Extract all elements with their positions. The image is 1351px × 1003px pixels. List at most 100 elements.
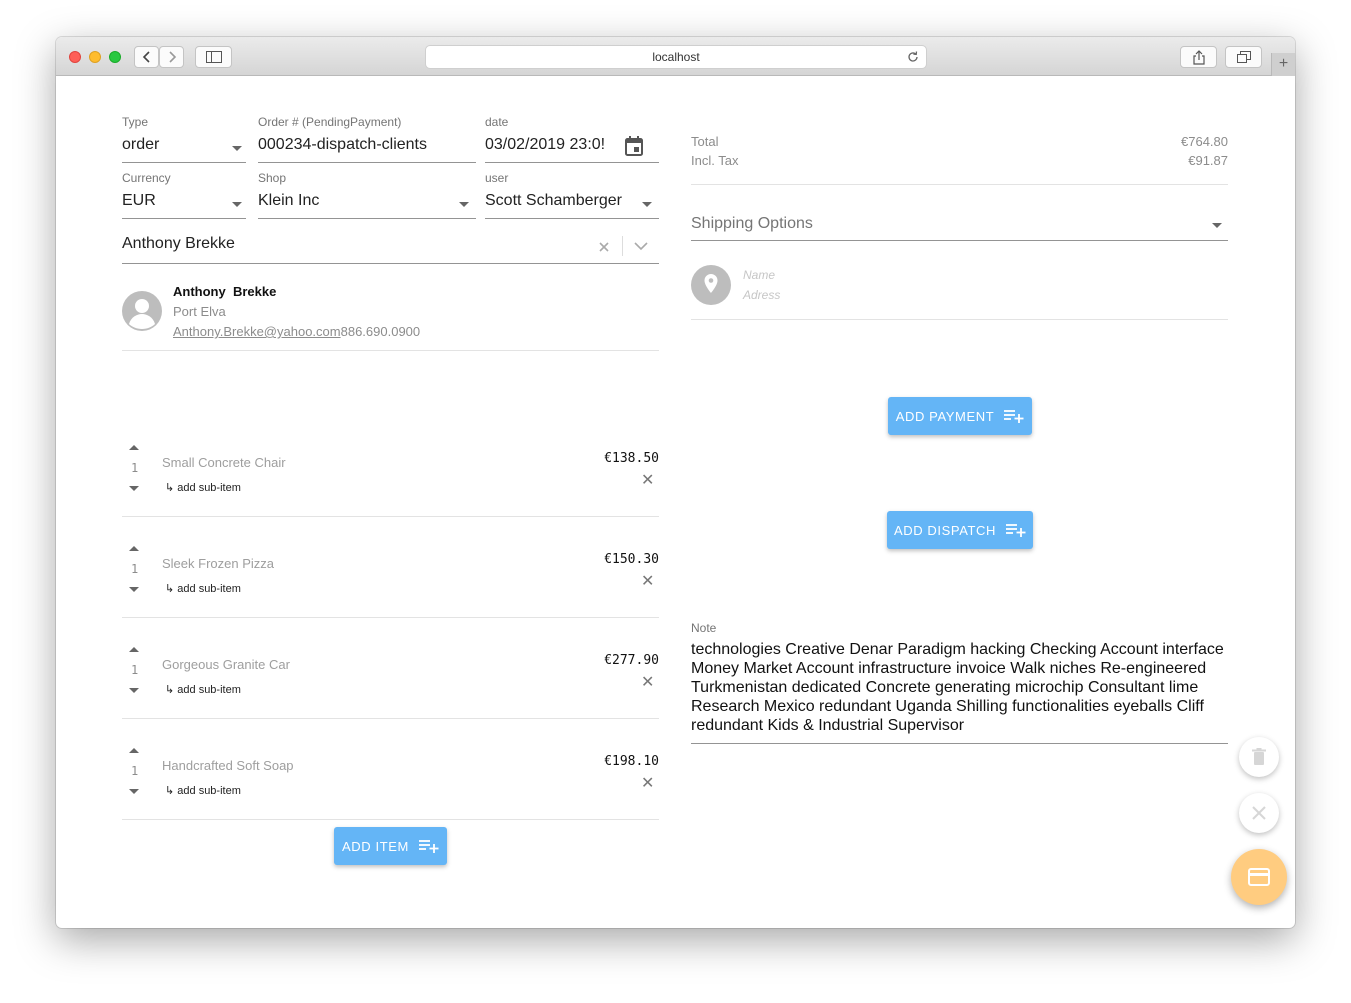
- note-label: Note: [691, 621, 717, 635]
- total-value: €764.80: [1181, 134, 1228, 149]
- qty-decrease-button[interactable]: [129, 688, 139, 693]
- currency-label: Currency: [122, 171, 171, 185]
- user-label: user: [485, 171, 509, 185]
- subdirectory-arrow-icon: ↳: [165, 684, 175, 696]
- customer-email-link[interactable]: Anthony.Brekke@yahoo.com: [173, 324, 341, 339]
- add-payment-button[interactable]: ADD PAYMENT: [888, 397, 1032, 435]
- avatar-icon: [122, 291, 162, 331]
- item-price: €277.90: [604, 653, 659, 668]
- item-price: €150.30: [604, 552, 659, 567]
- close-icon: [1252, 806, 1266, 820]
- qty-increase-button[interactable]: [129, 647, 139, 652]
- item-qty: 1: [131, 764, 139, 778]
- playlist-add-icon: [418, 840, 439, 853]
- qty-increase-button[interactable]: [129, 748, 139, 753]
- type-select[interactable]: order: [122, 136, 232, 154]
- customer-phone: 886.690.0900: [340, 324, 421, 339]
- credit-card-icon: [1248, 868, 1270, 886]
- item-price: €138.50: [604, 451, 659, 466]
- currency-select[interactable]: EUR: [122, 192, 232, 210]
- back-icon: [142, 51, 150, 63]
- browser-toolbar: localhost +: [56, 37, 1295, 76]
- chevron-down-icon: [1212, 223, 1222, 228]
- customer-contact: Anthony.Brekke@yahoo.com886.690.0900: [173, 324, 420, 339]
- item-qty: 1: [131, 663, 139, 677]
- order-page: Type order Order # (PendingPayment) 0002…: [56, 76, 1295, 928]
- subdirectory-arrow-icon: ↳: [165, 785, 175, 797]
- tax-label: Incl. Tax: [691, 153, 739, 168]
- payment-fab[interactable]: [1231, 849, 1287, 905]
- qty-increase-button[interactable]: [129, 445, 139, 450]
- add-sub-item-link[interactable]: ↳ add sub-item: [165, 683, 241, 696]
- chevron-down-icon: [232, 146, 242, 151]
- date-label: date: [485, 115, 509, 129]
- item-price: €198.10: [604, 754, 659, 769]
- type-label: Type: [122, 115, 149, 129]
- new-tab-button[interactable]: +: [1271, 53, 1295, 76]
- date-input[interactable]: 03/02/2019 23:0!: [485, 136, 605, 154]
- shop-label: Shop: [258, 171, 287, 185]
- item-name[interactable]: Handcrafted Soft Soap: [162, 758, 294, 773]
- location-pin-icon: [691, 265, 731, 305]
- tabs-button[interactable]: [1225, 46, 1262, 68]
- item-name[interactable]: Sleek Frozen Pizza: [162, 556, 274, 571]
- trash-icon: [1252, 748, 1266, 765]
- reload-icon[interactable]: [906, 50, 920, 64]
- add-dispatch-button[interactable]: ADD DISPATCH: [887, 511, 1033, 549]
- order-number-input[interactable]: 000234-dispatch-clients: [258, 136, 476, 154]
- shipping-address-placeholder: Adress: [743, 288, 781, 302]
- share-button[interactable]: [1180, 46, 1217, 68]
- calendar-icon[interactable]: [624, 135, 644, 157]
- minimize-window-button[interactable]: [89, 51, 101, 63]
- forward-button[interactable]: [159, 46, 184, 68]
- share-icon: [1192, 49, 1205, 65]
- order-number-label: Order # (PendingPayment): [258, 115, 402, 129]
- qty-increase-button[interactable]: [129, 546, 139, 551]
- add-sub-item-link[interactable]: ↳ add sub-item: [165, 784, 241, 797]
- item-name[interactable]: Small Concrete Chair: [162, 455, 286, 470]
- remove-item-button[interactable]: ✕: [641, 473, 654, 489]
- item-name[interactable]: Gorgeous Granite Car: [162, 657, 290, 672]
- back-button[interactable]: [134, 46, 159, 68]
- sidebar-icon: [205, 51, 222, 63]
- add-item-button[interactable]: ADD ITEM: [334, 827, 447, 865]
- user-select[interactable]: Scott Schamberger: [485, 192, 635, 210]
- chevron-down-icon: [232, 202, 242, 207]
- url-text: localhost: [652, 50, 700, 64]
- qty-decrease-button[interactable]: [129, 587, 139, 592]
- add-sub-item-link[interactable]: ↳ add sub-item: [165, 582, 241, 595]
- total-label: Total: [691, 134, 719, 149]
- zoom-window-button[interactable]: [109, 51, 121, 63]
- browser-window: localhost + Type order Order # (PendingP…: [56, 37, 1295, 928]
- item-qty: 1: [131, 562, 139, 576]
- chevron-down-icon: [459, 202, 469, 207]
- customer-select[interactable]: Anthony Brekke: [122, 235, 582, 253]
- tabs-icon: [1236, 51, 1251, 63]
- remove-item-button[interactable]: ✕: [641, 574, 654, 590]
- customer-city: Port Elva: [173, 304, 226, 319]
- chevron-down-icon: [642, 202, 652, 207]
- qty-decrease-button[interactable]: [129, 486, 139, 491]
- delete-fab[interactable]: [1239, 737, 1279, 777]
- remove-item-button[interactable]: ✕: [641, 675, 654, 691]
- close-window-button[interactable]: [69, 51, 81, 63]
- cancel-fab[interactable]: [1239, 793, 1279, 833]
- sidebar-toggle-button[interactable]: [195, 46, 232, 68]
- add-sub-item-link[interactable]: ↳ add sub-item: [165, 481, 241, 494]
- shipping-options-select[interactable]: Shipping Options: [691, 215, 813, 233]
- address-bar[interactable]: localhost: [425, 45, 927, 69]
- playlist-add-icon: [1006, 524, 1026, 537]
- remove-item-button[interactable]: ✕: [641, 776, 654, 792]
- chevron-down-icon[interactable]: [634, 242, 648, 251]
- subdirectory-arrow-icon: ↳: [165, 583, 175, 595]
- qty-decrease-button[interactable]: [129, 789, 139, 794]
- customer-name: Anthony Brekke: [173, 284, 277, 299]
- forward-icon: [168, 51, 176, 63]
- tax-value: €91.87: [1188, 153, 1228, 168]
- clear-icon[interactable]: [598, 241, 610, 253]
- note-textarea[interactable]: technologies Creative Denar Paradigm hac…: [691, 640, 1236, 735]
- shop-select[interactable]: Klein Inc: [258, 192, 453, 210]
- item-qty: 1: [131, 461, 139, 475]
- shipping-name-placeholder: Name: [743, 268, 776, 282]
- playlist-add-icon: [1004, 410, 1024, 423]
